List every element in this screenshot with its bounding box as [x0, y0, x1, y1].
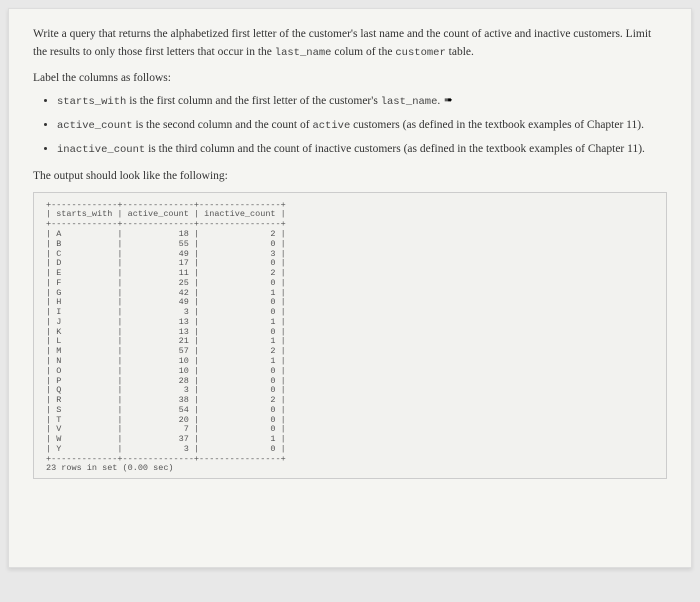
- intro-text-post: table.: [446, 46, 474, 58]
- bullet-tail: customers (as defined in the textbook ex…: [350, 119, 644, 131]
- output-label: The output should look like the followin…: [33, 170, 667, 182]
- code-activecount: active_count: [57, 120, 133, 132]
- bullet-list: starts_with is the first column and the …: [33, 92, 667, 160]
- label-heading: Label the columns as follows:: [33, 72, 667, 84]
- cursor-icon: ➠: [444, 92, 452, 109]
- bullet-text: is the third column and the count of ina…: [145, 143, 645, 155]
- bullet-item: starts_with is the first column and the …: [57, 92, 667, 112]
- bullet-item: inactive_count is the third column and t…: [57, 140, 667, 160]
- code-active: active: [312, 120, 350, 132]
- code-inactivecount: inactive_count: [57, 144, 145, 156]
- ascii-table: +-------------+--------------+----------…: [46, 201, 654, 474]
- output-box: +-------------+--------------+----------…: [33, 192, 667, 479]
- code-lastname: last_name: [275, 47, 332, 59]
- code-lastname2: last_name: [381, 96, 438, 108]
- code-startswith: starts_with: [57, 96, 126, 108]
- bullet-text: is the second column and the count of: [133, 119, 313, 131]
- bullet-tail: .: [437, 95, 440, 107]
- bullet-item: active_count is the second column and th…: [57, 116, 667, 136]
- intro-text-mid: colum of the: [331, 46, 395, 58]
- code-customer: customer: [395, 47, 445, 59]
- bullet-text: is the first column and the first letter…: [126, 95, 380, 107]
- document-page: Write a query that returns the alphabeti…: [8, 8, 692, 568]
- intro-paragraph: Write a query that returns the alphabeti…: [33, 25, 667, 62]
